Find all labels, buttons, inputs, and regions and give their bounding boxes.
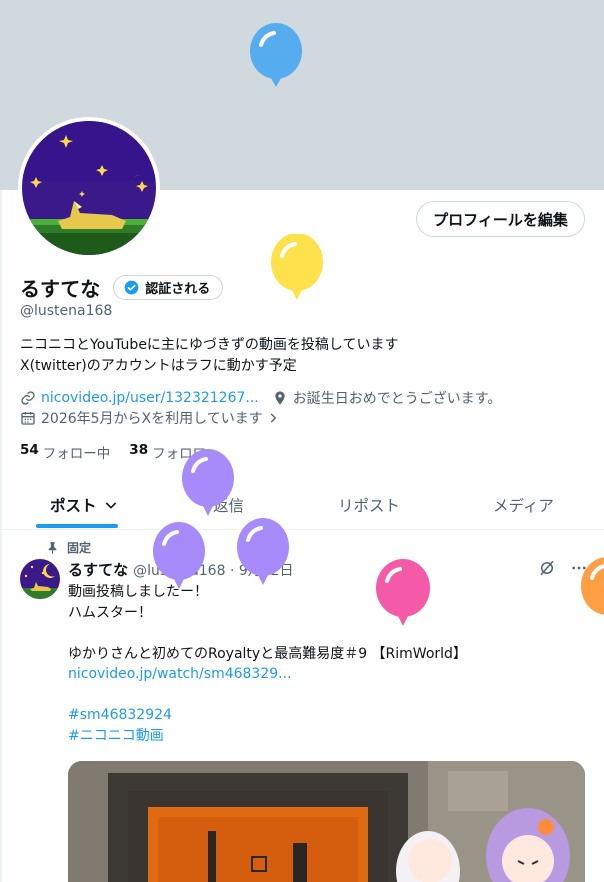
joined-item[interactable]: 2026年5月からXを利用しています (20, 408, 285, 428)
balloon-yellow (271, 234, 323, 300)
post-author-name[interactable]: るすてな (68, 559, 128, 580)
location-pin-icon (275, 391, 285, 405)
followers-count: 38 (129, 442, 149, 458)
tab-posts[interactable]: ポスト (50, 494, 119, 516)
post-media-thumbnail[interactable] (68, 761, 585, 882)
location-text: お誕生日おめでとうございます。 (292, 391, 502, 407)
avatar-image (22, 121, 156, 255)
profile-bio: ニコニコとYouTubeに主にゆづきずの動画を投稿しています X(twitter… (20, 335, 399, 377)
balloon-purple (153, 522, 205, 589)
balloon-orange (581, 557, 604, 615)
verified-check-icon (124, 280, 139, 295)
profile-location: お誕生日おめでとうございます。 (272, 388, 502, 408)
post-author-avatar[interactable] (20, 559, 60, 599)
hashtag-link[interactable]: #sm46832924 (68, 705, 467, 726)
profile-meta: nicovideo.jp/user/132321267... お誕生日おめでとう… (20, 388, 501, 408)
display-name: るすてな (20, 277, 101, 301)
balloon-blue (250, 23, 302, 87)
chevron-right-icon (270, 413, 277, 423)
bio-line: X(twitter)のアカウントはラフに動かす予定 (20, 358, 297, 374)
following-count: 54 (20, 442, 39, 458)
pin-icon (48, 542, 57, 554)
balloon-pink (376, 559, 430, 626)
pinned-indicator: 固定 (46, 539, 91, 556)
profile-handle: @lustena168 (20, 303, 113, 319)
hashtag-link[interactable]: #ニコニコ動画 (68, 726, 467, 747)
balloon-purple (182, 449, 234, 516)
following-link[interactable]: 54 フォロー中 (20, 442, 110, 462)
chevron-down-icon (105, 502, 116, 509)
following-label: フォロー中 (42, 446, 111, 462)
active-tab-indicator (36, 524, 118, 528)
profile-link[interactable]: nicovideo.jp/user/132321267... (20, 390, 259, 406)
edit-profile-button[interactable]: プロフィールを編集 (416, 201, 585, 237)
profile-name-row: るすてな 認証される (20, 273, 224, 302)
bio-line: ニコニコとYouTubeに主にゆづきずの動画を投稿しています (20, 337, 399, 353)
joined-text: 2026年5月からXを利用しています (41, 411, 263, 427)
pinned-label: 固定 (67, 541, 92, 555)
post-line: ゆかりさんと初めてのRoyaltyと最高難易度＃9 【RimWorld】 (68, 645, 467, 662)
balloon-purple (237, 518, 289, 585)
profile-link-text[interactable]: nicovideo.jp/user/132321267... (41, 390, 259, 406)
get-verified-button[interactable]: 認証される (113, 275, 224, 300)
profile-tabs: ポスト 返信 リポスト メディア (0, 480, 604, 530)
post-line (68, 685, 467, 706)
tab-posts-label: ポスト (50, 497, 97, 515)
profile-avatar[interactable] (18, 117, 160, 259)
grok-icon[interactable] (538, 559, 556, 577)
tab-media[interactable]: メディア (493, 494, 554, 516)
link-icon (21, 391, 35, 405)
profile-joined[interactable]: 2026年5月からXを利用しています (20, 408, 285, 428)
tab-reposts[interactable]: リポスト (338, 494, 400, 516)
post-video-link[interactable]: nicovideo.jp/watch/sm468329... (68, 664, 467, 685)
verify-label: 認証される (145, 282, 211, 297)
calendar-icon (21, 412, 35, 425)
